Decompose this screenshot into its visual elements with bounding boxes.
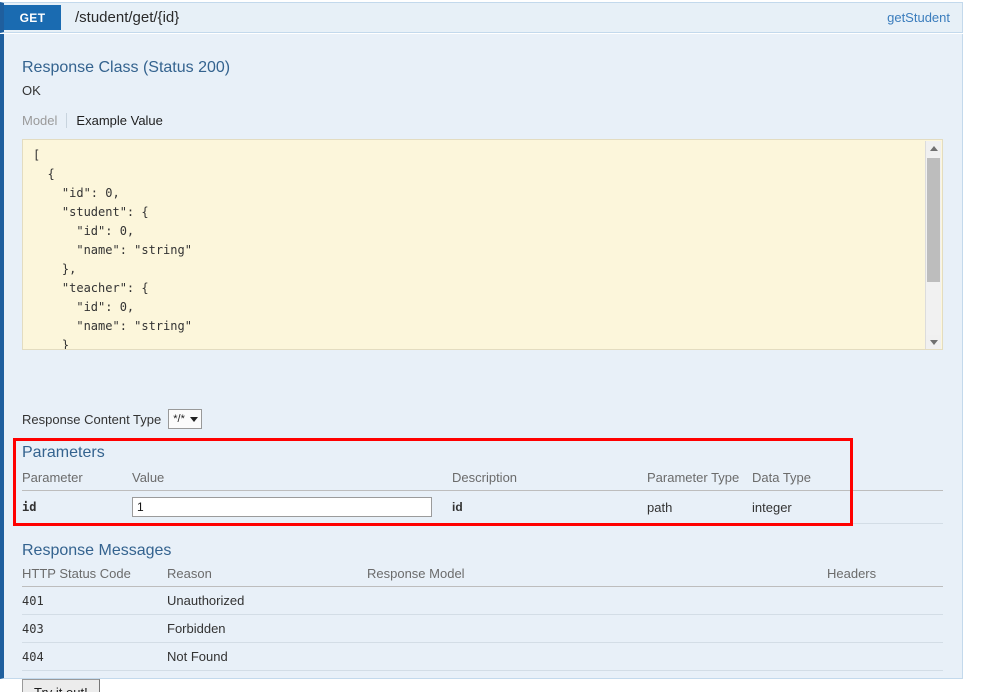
table-row: 401 Unauthorized — [22, 586, 943, 615]
parameters-title: Parameters — [22, 444, 105, 461]
response-content-type-select[interactable]: */* — [168, 409, 202, 429]
tab-model[interactable]: Model — [22, 113, 66, 128]
response-class-title: Response Class (Status 200) — [22, 59, 231, 76]
response-messages-table: HTTP Status Code Reason Response Model H… — [22, 563, 943, 671]
parameter-type: path — [647, 490, 752, 524]
parameter-description: id — [452, 490, 647, 524]
response-class-status-text: OK — [22, 83, 41, 98]
column-header-http-status-code: HTTP Status Code — [22, 563, 167, 587]
scroll-down-button[interactable] — [926, 335, 941, 349]
column-header-parameter: Parameter — [22, 467, 132, 491]
status-response-model — [367, 614, 827, 643]
response-content-type-row: Response Content Type */* — [22, 409, 202, 429]
parameter-data-type: integer — [752, 490, 943, 524]
column-header-description: Description — [452, 467, 647, 491]
table-row: id id path integer — [22, 490, 943, 524]
response-messages-title: Response Messages — [22, 542, 172, 559]
table-header-row: HTTP Status Code Reason Response Model H… — [22, 563, 943, 587]
operation-path[interactable]: /student/get/{id} — [61, 3, 887, 32]
example-value-json: [ { "id": 0, "student": { "id": 0, "name… — [33, 148, 192, 350]
scroll-up-button[interactable] — [926, 141, 941, 156]
column-header-data-type: Data Type — [752, 467, 943, 491]
status-headers — [827, 614, 943, 643]
column-header-reason: Reason — [167, 563, 367, 587]
parameter-name: id — [22, 490, 132, 524]
parameter-value-cell — [132, 490, 452, 524]
table-row: 403 Forbidden — [22, 614, 943, 643]
column-header-parameter-type: Parameter Type — [647, 467, 752, 491]
tab-example-value[interactable]: Example Value — [66, 113, 163, 128]
status-headers — [827, 586, 943, 615]
status-reason: Forbidden — [167, 614, 367, 643]
status-code: 404 — [22, 642, 167, 671]
chevron-down-icon — [929, 340, 938, 345]
status-code: 403 — [22, 614, 167, 643]
status-response-model — [367, 642, 827, 671]
response-content-type-label: Response Content Type — [22, 411, 162, 427]
table-header-row: Parameter Value Description Parameter Ty… — [22, 467, 943, 491]
response-content-type-value: */* — [173, 413, 185, 425]
parameters-table: Parameter Value Description Parameter Ty… — [22, 467, 943, 524]
code-block-scrollbar[interactable] — [925, 141, 941, 349]
table-row: 404 Not Found — [22, 642, 943, 671]
operation-nickname-link[interactable]: getStudent — [887, 3, 962, 32]
chevron-down-icon — [189, 416, 198, 422]
try-it-out-button[interactable]: Try it out! — [22, 679, 100, 692]
example-value-code-block: [ { "id": 0, "student": { "id": 0, "name… — [22, 139, 943, 350]
status-response-model — [367, 586, 827, 615]
swagger-operation-page: GET /student/get/{id} getStudent Respons… — [0, 0, 981, 692]
http-method-badge: GET — [4, 5, 61, 30]
operation-header[interactable]: GET /student/get/{id} getStudent — [0, 2, 963, 33]
status-reason: Not Found — [167, 642, 367, 671]
scrollbar-thumb[interactable] — [927, 158, 940, 282]
status-code: 401 — [22, 586, 167, 615]
model-example-tabs: Model Example Value — [22, 113, 163, 128]
parameter-value-input[interactable] — [132, 497, 432, 517]
column-header-headers: Headers — [827, 563, 943, 587]
column-header-response-model: Response Model — [367, 563, 827, 587]
chevron-up-icon — [929, 146, 938, 151]
status-reason: Unauthorized — [167, 586, 367, 615]
column-header-value: Value — [132, 467, 452, 491]
operation-body: Response Class (Status 200) OK Model Exa… — [0, 34, 963, 692]
status-headers — [827, 642, 943, 671]
